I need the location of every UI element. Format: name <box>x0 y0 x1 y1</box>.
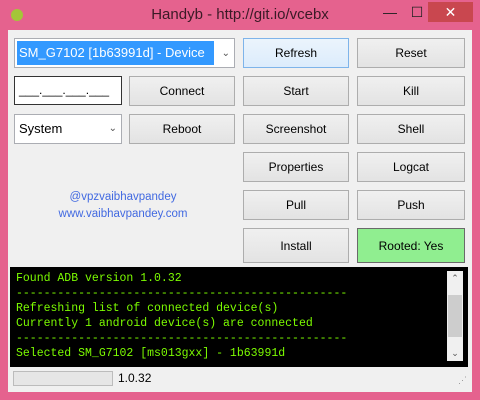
logcat-button[interactable]: Logcat <box>357 152 465 182</box>
chevron-down-icon: ⌄ <box>108 123 117 134</box>
device-select-value: SM_G7102 [1b63991d] - Device <box>17 41 214 65</box>
scrollbar-thumb[interactable] <box>448 295 462 337</box>
start-button[interactable]: Start <box>243 76 349 106</box>
console-line: Currently 1 android device(s) are connec… <box>16 317 313 330</box>
kill-button[interactable]: Kill <box>357 76 465 106</box>
mode-select-value: System <box>19 121 63 136</box>
refresh-button[interactable]: Refresh <box>243 38 349 68</box>
console-lines: Found ADB version 1.0.32 ----------------… <box>16 271 347 361</box>
console-output: Found ADB version 1.0.32 ----------------… <box>10 267 468 367</box>
scroll-up-icon[interactable]: ⌃ <box>447 273 463 284</box>
console-line: Refreshing list of connected device(s) <box>16 302 279 315</box>
install-button[interactable]: Install <box>243 228 349 263</box>
console-line: Selected SM_G7102 [ms013gxx] - 1b63991d <box>16 347 286 360</box>
twitter-link[interactable]: @vpzvaibhavpandey <box>8 191 238 203</box>
device-select[interactable]: SM_G7102 [1b63991d] - Device ⌄ <box>14 38 235 68</box>
pull-button[interactable]: Pull <box>243 190 349 220</box>
progress-bar <box>13 371 113 386</box>
push-button[interactable]: Push <box>357 190 465 220</box>
rooted-status-button[interactable]: Rooted: Yes <box>357 228 465 263</box>
console-line: ----------------------------------------… <box>16 332 348 345</box>
minimize-button[interactable]: — <box>375 2 405 22</box>
adb-version-label: 1.0.32 <box>118 371 152 385</box>
console-line: ----------------------------------------… <box>16 287 348 300</box>
console-line: Found ADB version 1.0.32 <box>16 272 182 285</box>
android-app-icon <box>11 9 23 21</box>
shell-button[interactable]: Shell <box>357 114 465 144</box>
close-button[interactable]: ✕ <box>428 2 473 22</box>
chevron-down-icon: ⌄ <box>221 47 230 59</box>
connect-button[interactable]: Connect <box>129 76 235 106</box>
resize-grip-icon[interactable]: ⋰ <box>458 375 467 386</box>
ip-address-input[interactable]: ___.___.___.___ <box>14 76 122 105</box>
scroll-down-icon[interactable]: ⌄ <box>447 348 463 359</box>
website-link[interactable]: www.vaibhavpandey.com <box>8 208 238 220</box>
console-scrollbar[interactable]: ⌃ ⌄ <box>447 271 463 361</box>
mode-select[interactable]: System ⌄ <box>14 114 122 144</box>
reset-button[interactable]: Reset <box>357 38 465 68</box>
properties-button[interactable]: Properties <box>243 152 349 182</box>
reboot-button[interactable]: Reboot <box>129 114 235 144</box>
screenshot-button[interactable]: Screenshot <box>243 114 349 144</box>
